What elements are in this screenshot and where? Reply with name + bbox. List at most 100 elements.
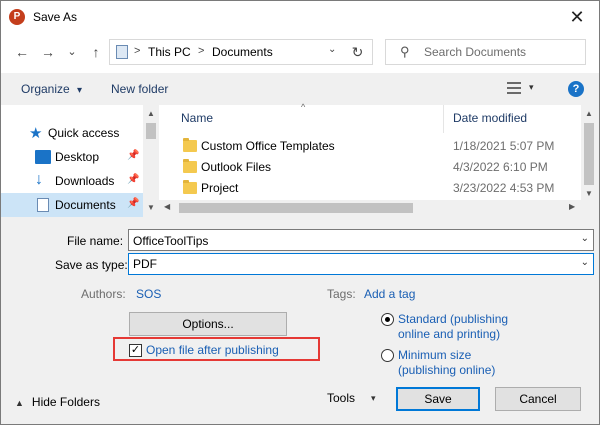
pin-icon[interactable]: 📌: [127, 198, 139, 209]
file-date: 4/3/2022 6:10 PM: [453, 160, 548, 174]
breadcrumb-separator: >: [198, 45, 205, 57]
sort-ascending-icon: ^: [301, 102, 306, 112]
scroll-right-icon[interactable]: ▶: [569, 202, 575, 211]
sidebar-item-label: Downloads: [55, 174, 115, 188]
desktop-icon: [35, 150, 51, 164]
radio-label-line: Minimum size: [398, 348, 472, 362]
sidebar-item-label: Documents: [55, 198, 116, 212]
radio-label-line: online and printing): [398, 327, 501, 341]
minimum-size-radio[interactable]: [381, 349, 394, 362]
file-date: 1/18/2021 5:07 PM: [453, 139, 555, 153]
scroll-down-icon[interactable]: ▼: [143, 203, 159, 212]
minimum-size-radio-label[interactable]: Minimum size (publishing online): [398, 348, 495, 378]
scroll-thumb[interactable]: [146, 123, 156, 139]
cancel-button[interactable]: Cancel: [495, 387, 581, 411]
view-dropdown-icon[interactable]: ▾: [529, 82, 534, 93]
file-row[interactable]: Project 3/23/2022 4:53 PM: [159, 178, 581, 199]
scroll-down-icon[interactable]: ▼: [581, 189, 597, 198]
scroll-left-icon[interactable]: ◀: [164, 202, 170, 211]
save-button[interactable]: Save: [396, 387, 480, 411]
tags-label: Tags:: [327, 287, 356, 301]
navigation-pane: ★ Quick access Desktop 📌 ↓ Downloads 📌 D…: [1, 105, 159, 217]
scroll-up-icon[interactable]: ▲: [143, 109, 159, 118]
sidebar-item-label: Quick access: [48, 126, 120, 140]
breadcrumb-separator: >: [134, 45, 141, 57]
window-title: Save As: [33, 10, 78, 24]
organize-label: Organize: [21, 82, 70, 96]
this-pc-icon: [116, 45, 128, 59]
pin-icon[interactable]: 📌: [127, 174, 139, 185]
chevron-down-icon[interactable]: ⌄: [581, 257, 589, 268]
tools-dropdown-icon[interactable]: ▾: [371, 393, 376, 404]
address-bar[interactable]: > This PC > Documents ⌄: [109, 39, 373, 65]
file-name-input[interactable]: [133, 233, 553, 248]
hide-folders-button[interactable]: ▲ Hide Folders: [15, 395, 100, 409]
horizontal-scrollbar[interactable]: ◀ ▶: [159, 200, 581, 216]
tools-button[interactable]: Tools: [327, 391, 355, 405]
file-name: Project: [201, 181, 239, 195]
file-name: Custom Office Templates: [201, 139, 335, 153]
file-list: Name ^ Date modified Custom Office Templ…: [159, 102, 581, 216]
new-folder-button[interactable]: New folder: [111, 82, 168, 96]
sidebar-item-downloads[interactable]: ↓ Downloads 📌: [1, 169, 143, 193]
save-as-dialog: P Save As ✕ ← → ⌄ ↑ > This PC > Document…: [0, 0, 600, 425]
sidebar-scrollbar[interactable]: ▲ ▼: [143, 105, 159, 216]
chevron-down-icon[interactable]: ⌄: [581, 233, 589, 244]
pin-icon[interactable]: 📌: [127, 150, 139, 161]
column-header-date[interactable]: Date modified: [453, 111, 527, 125]
sidebar-item-desktop[interactable]: Desktop 📌: [1, 145, 143, 169]
breadcrumb-this-pc[interactable]: This PC: [148, 45, 191, 59]
sidebar-item-documents[interactable]: Documents 📌: [1, 193, 143, 217]
help-button[interactable]: ?: [568, 81, 584, 97]
title-bar: P Save As ✕: [1, 1, 599, 33]
close-button[interactable]: ✕: [565, 5, 589, 29]
forward-button[interactable]: →: [39, 43, 57, 61]
file-row[interactable]: Outlook Files 4/3/2022 6:10 PM: [159, 157, 581, 178]
radio-label-line: Standard (publishing: [398, 312, 509, 326]
folder-icon: [183, 138, 197, 152]
view-options-icon[interactable]: [507, 82, 521, 94]
back-button[interactable]: ←: [13, 43, 31, 61]
standard-radio-label[interactable]: Standard (publishing online and printing…: [398, 312, 508, 342]
save-type-select[interactable]: PDF ⌄: [128, 253, 594, 275]
documents-icon: [37, 198, 49, 212]
file-row[interactable]: Custom Office Templates 1/18/2021 5:07 P…: [159, 136, 581, 157]
save-type-label: Save as type:: [55, 258, 128, 272]
file-date: 3/23/2022 4:53 PM: [453, 181, 555, 195]
breadcrumb-documents[interactable]: Documents: [212, 45, 273, 59]
organize-button[interactable]: Organize ▾: [21, 82, 82, 96]
hide-folders-label: Hide Folders: [31, 395, 100, 409]
address-dropdown-icon[interactable]: ⌄: [328, 44, 336, 55]
search-input[interactable]: [424, 44, 574, 60]
refresh-button[interactable]: ↻: [343, 39, 373, 65]
save-type-value: PDF: [133, 257, 157, 271]
scroll-thumb[interactable]: [179, 203, 413, 213]
search-icon: ⚲: [400, 44, 410, 59]
highlight-box: ✓ Open file after publishing: [113, 337, 320, 361]
navigation-bar: ← → ⌄ ↑ > This PC > Documents ⌄ ↻ ⚲: [1, 33, 599, 73]
column-divider[interactable]: [443, 105, 444, 133]
scroll-up-icon[interactable]: ▲: [581, 109, 597, 118]
chevron-up-icon: ▲: [15, 398, 24, 408]
search-box[interactable]: ⚲: [385, 39, 586, 65]
open-after-checkbox[interactable]: ✓: [129, 344, 142, 357]
column-header-name[interactable]: Name: [181, 111, 213, 125]
standard-radio[interactable]: [381, 313, 394, 326]
powerpoint-icon: P: [9, 9, 25, 25]
options-button[interactable]: Options...: [129, 312, 287, 336]
authors-label: Authors:: [81, 287, 126, 301]
download-icon: ↓: [35, 171, 43, 188]
file-name-field[interactable]: ⌄: [128, 229, 594, 251]
radio-label-line: (publishing online): [398, 363, 496, 377]
file-list-scrollbar[interactable]: ▲ ▼: [581, 105, 597, 200]
scroll-thumb[interactable]: [584, 123, 594, 185]
sidebar-item-label: Desktop: [55, 150, 100, 164]
up-button[interactable]: ↑: [87, 43, 105, 61]
folder-icon: [183, 159, 197, 173]
authors-value[interactable]: SOS: [136, 287, 161, 301]
open-after-label[interactable]: Open file after publishing: [146, 343, 279, 357]
sidebar-item-quick-access[interactable]: ★ Quick access: [1, 121, 143, 145]
command-toolbar: Organize ▾ New folder ▾ ?: [1, 73, 599, 105]
recent-locations-dropdown[interactable]: ⌄: [63, 43, 81, 61]
tags-input[interactable]: Add a tag: [364, 287, 415, 301]
